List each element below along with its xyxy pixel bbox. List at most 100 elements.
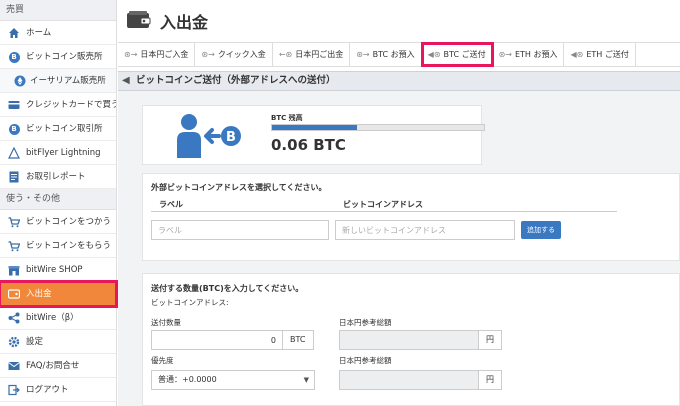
report-icon — [8, 171, 20, 183]
section-title: ビットコインご送付（外部アドレスへの送付） — [136, 75, 336, 86]
gear-icon — [8, 336, 20, 348]
sidebar-item-lightning[interactable]: bitFlyer Lightning — [0, 141, 116, 165]
bitcoin-icon: B — [8, 51, 20, 63]
tab-label: 日本円ご入金 — [140, 50, 189, 59]
cart-icon — [8, 240, 20, 252]
sidebar-item-label: bitFlyer Lightning — [26, 148, 101, 158]
sidebar-item-label: ビットコイン販売所 — [26, 52, 103, 62]
sidebar-item-home[interactable]: ホーム — [0, 21, 116, 45]
chevron-left-icon: ◀ — [122, 75, 130, 86]
section-header: ◀ ビットコインご送付（外部アドレスへの送付） — [118, 71, 680, 91]
sidebar-item-label: クレジットカードで買う — [26, 100, 116, 110]
amount-card: 送付する数量(BTC)を入力してください。 ビットコインアドレス: 送付数量 B… — [142, 273, 680, 406]
yen-unit-addon-2: 円 — [479, 370, 502, 390]
bitcoin-address-input[interactable] — [335, 220, 515, 240]
tab-btc-deposit[interactable]: ⊛→ BTC お預入 — [350, 43, 422, 66]
ethereum-icon — [14, 75, 26, 87]
shop-icon — [8, 264, 20, 276]
eth-send-icon: ◀⊛ — [570, 50, 584, 59]
yen-out-icon: ←⊛ — [278, 50, 293, 59]
wallet-icon — [126, 10, 152, 33]
address-card: 外部ビットコインアドレスを選択してください。 ラベル ビットコインアドレス 追加… — [142, 173, 680, 261]
balance-card: B BTC 残高 0.06 BTC — [142, 105, 485, 165]
divider — [151, 211, 617, 212]
sidebar-section-trade: 売買 — [0, 0, 116, 21]
sidebar: 売買 ホーム B ビットコイン販売所 イーサリアム販売所 クレジットカードで買う… — [0, 0, 118, 406]
tab-label: 日本円ご出金 — [295, 50, 344, 59]
sidebar-item-label: ビットコイン取引所 — [26, 124, 103, 134]
sidebar-item-deposit-withdraw[interactable]: 入出金 — [0, 280, 118, 308]
share-icon — [8, 312, 20, 324]
selected-address-label: ビットコインアドレス: — [151, 298, 229, 307]
yen-in-icon: ⊛→ — [124, 50, 138, 59]
sidebar-item-bitcoin-sales[interactable]: B ビットコイン販売所 — [0, 45, 116, 69]
lightning-icon — [8, 147, 20, 159]
sidebar-item-bitwire-shop[interactable]: bitWire SHOP — [0, 258, 116, 282]
sidebar-item-bitcoin-exchange[interactable]: B ビットコイン取引所 — [0, 117, 116, 141]
sidebar-item-label: イーサリアム販売所 — [30, 76, 106, 86]
page-title: 入出金 — [160, 13, 209, 32]
sidebar-item-label: ログアウト — [26, 385, 69, 395]
btc-in-icon: ⊛→ — [356, 50, 370, 59]
sidebar-item-receive-bitcoin[interactable]: ビットコインをもらう — [0, 234, 116, 258]
sidebar-section-use: 使う・その他 — [0, 189, 116, 210]
jpy-estimate-field-2 — [339, 370, 479, 390]
sidebar-item-bitwire[interactable]: bitWire（β） — [0, 306, 116, 330]
balance-progress-bar — [271, 124, 485, 131]
tab-label: クイック入金 — [217, 50, 266, 59]
svg-text:B: B — [226, 130, 236, 145]
bitcoin-icon: B — [8, 123, 20, 135]
amount-section-title: 送付する数量(BTC)を入力してください。 — [151, 284, 304, 293]
mail-icon — [8, 360, 20, 372]
quantity-input[interactable] — [151, 330, 283, 350]
jpy-estimate-field — [339, 330, 479, 350]
tab-yen-withdraw[interactable]: ←⊛ 日本円ご出金 — [273, 43, 351, 66]
sidebar-item-ethereum-sales[interactable]: イーサリアム販売所 — [0, 69, 116, 93]
caret-down-icon: ▼ — [303, 376, 309, 384]
quick-icon: ⊛→ — [201, 50, 215, 59]
jpy-estimate-label-2: 日本円参考総額 — [339, 356, 392, 365]
sidebar-item-label: bitWire SHOP — [26, 265, 83, 275]
sidebar-item-report[interactable]: お取引レポート — [0, 165, 116, 189]
tab-label: BTC ご送付 — [443, 50, 486, 59]
priority-label: 優先度 — [151, 356, 174, 365]
sidebar-item-label: お取引レポート — [26, 172, 86, 182]
sidebar-item-credit-card[interactable]: クレジットカードで買う — [0, 93, 116, 117]
tab-btc-send[interactable]: ◀⊛ BTC ご送付 — [420, 42, 494, 67]
balance-value: 0.06 BTC — [271, 136, 346, 154]
tab-eth-deposit[interactable]: ⊛→ ETH お預入 — [493, 43, 565, 66]
label-input[interactable] — [151, 220, 329, 240]
sidebar-item-label: FAQ/お問合せ — [26, 361, 80, 371]
home-icon — [8, 27, 20, 39]
address-column-header: ビットコインアドレス — [343, 200, 423, 209]
cart-icon — [8, 216, 20, 228]
sidebar-item-logout[interactable]: ログアウト — [0, 378, 116, 402]
btc-send-icon: ◀⊛ — [427, 50, 441, 59]
balance-label: BTC 残高 — [271, 114, 303, 122]
sidebar-item-use-bitcoin[interactable]: ビットコインをつかう — [0, 210, 116, 234]
label-column-header: ラベル — [159, 200, 183, 209]
priority-value: 普通：+0.0000 — [158, 375, 217, 384]
wallet-icon — [8, 288, 20, 300]
credit-card-icon — [8, 99, 20, 111]
sidebar-item-label: ホーム — [26, 28, 52, 38]
main-content: 入出金 ⊛→ 日本円ご入金 ⊛→ クイック入金 ←⊛ 日本円ご出金 ⊛→ BTC… — [118, 0, 680, 406]
quantity-label: 送付数量 — [151, 318, 181, 327]
tab-eth-send[interactable]: ◀⊛ ETH ご送付 — [564, 43, 636, 66]
sidebar-item-label: 入出金 — [26, 289, 52, 299]
priority-select[interactable]: 普通：+0.0000 ▼ — [151, 370, 315, 390]
tab-quick-deposit[interactable]: ⊛→ クイック入金 — [195, 43, 273, 66]
tab-label: BTC お預入 — [372, 50, 415, 59]
sidebar-item-label: bitWire（β） — [26, 313, 79, 323]
sidebar-item-faq[interactable]: FAQ/お問合せ — [0, 354, 116, 378]
tab-yen-deposit[interactable]: ⊛→ 日本円ご入金 — [118, 43, 196, 66]
add-address-button[interactable]: 追加する — [521, 221, 561, 239]
balance-progress-fill — [272, 125, 357, 130]
tab-label: ETH ご送付 — [586, 50, 629, 59]
jpy-estimate-group: 円 — [339, 330, 502, 350]
eth-in-icon: ⊛→ — [498, 50, 512, 59]
quantity-input-group: BTC — [151, 330, 314, 350]
tab-label: ETH お預入 — [514, 50, 558, 59]
sidebar-item-settings[interactable]: 設定 — [0, 330, 116, 354]
tab-bar: ⊛→ 日本円ご入金 ⊛→ クイック入金 ←⊛ 日本円ご出金 ⊛→ BTC お預入… — [118, 42, 680, 67]
